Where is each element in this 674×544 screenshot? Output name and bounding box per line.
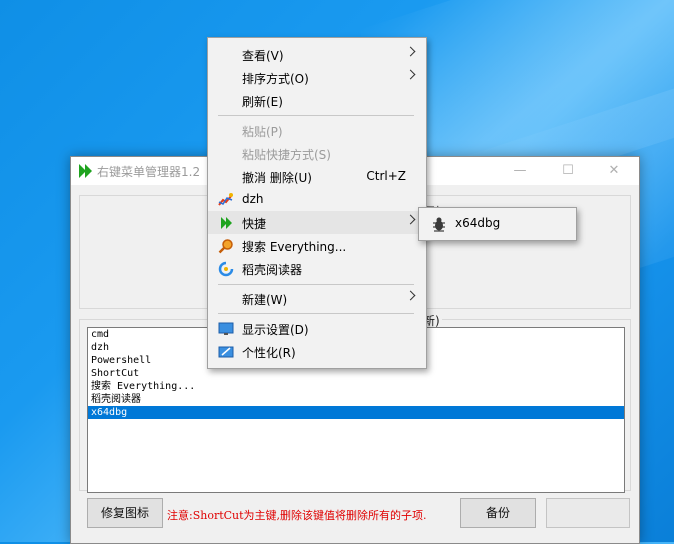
menu-item-label: 撤消 删除(U) — [242, 171, 312, 185]
maximize-button[interactable]: ☐ — [545, 157, 591, 185]
menu-item-sort[interactable]: 排序方式(O) — [208, 66, 426, 89]
menu-item-paste[interactable]: 粘贴(P) — [208, 119, 426, 142]
menu-item-display-settings[interactable]: 显示设置(D) — [208, 317, 426, 340]
disabled-button[interactable] — [546, 498, 630, 528]
menu-separator — [218, 284, 414, 285]
backup-button[interactable]: 备份 — [460, 498, 536, 528]
menu-item-label: 快捷 — [242, 217, 267, 231]
menu-item-refresh[interactable]: 刷新(E) — [208, 89, 426, 112]
personalize-icon — [218, 346, 234, 358]
menu-item-label: 个性化(R) — [242, 346, 296, 360]
submenu-item-x64dbg[interactable]: x64dbg — [419, 208, 576, 240]
menu-item-undo-delete[interactable]: 撤消 删除(U) Ctrl+Z — [208, 165, 426, 188]
minimize-button[interactable]: — — [497, 157, 543, 185]
menu-item-label: 粘贴快捷方式(S) — [242, 148, 331, 162]
menu-item-view[interactable]: 查看(V) — [208, 43, 426, 66]
list-item[interactable]: 搜索 Everything... — [88, 380, 624, 393]
menu-item-label: dzh — [242, 192, 264, 206]
menu-item-label: 显示设置(D) — [242, 323, 309, 337]
warning-text: 注意:ShortCut为主键,删除该键值将删除所有的子项. — [167, 509, 427, 522]
docer-icon — [218, 261, 234, 277]
menu-item-label: 刷新(E) — [242, 95, 283, 109]
menu-item-label: 排序方式(O) — [242, 72, 309, 86]
chart-icon — [218, 193, 233, 206]
green-arrows-icon — [221, 217, 232, 229]
menu-item-new[interactable]: 新建(W) — [208, 287, 426, 310]
accelerator-text: Ctrl+Z — [366, 169, 406, 183]
menu-item-label: 查看(V) — [242, 49, 284, 63]
window-title: 右键菜单管理器1.2 — [97, 165, 201, 179]
submenu-item-label: x64dbg — [455, 216, 501, 230]
magnifier-icon — [218, 239, 233, 254]
display-icon — [218, 322, 234, 335]
repair-icons-button[interactable]: 修复图标 — [87, 498, 163, 528]
menu-item-label: 稻壳阅读器 — [242, 263, 303, 277]
app-icon-part — [85, 164, 92, 178]
menu-item-paste-shortcut[interactable]: 粘贴快捷方式(S) — [208, 142, 426, 165]
menu-item-docer[interactable]: 稻壳阅读器 — [208, 257, 426, 280]
close-button[interactable]: ✕ — [591, 157, 637, 185]
chevron-right-icon — [405, 290, 416, 301]
menu-item-label: 粘贴(P) — [242, 125, 283, 139]
bug-icon — [433, 217, 445, 232]
menu-item-shortcut[interactable]: 快捷 — [208, 211, 426, 234]
list-item[interactable]: 稻壳阅读器 — [88, 393, 624, 406]
context-menu: 查看(V) 排序方式(O) 刷新(E) 粘贴(P) 粘贴快捷方式(S) 撤消 删… — [207, 37, 427, 369]
menu-item-label: 搜索 Everything... — [242, 240, 347, 254]
chevron-right-icon — [405, 46, 416, 57]
menu-separator — [218, 313, 414, 314]
shortcut-submenu: x64dbg — [418, 207, 577, 241]
menu-item-personalize[interactable]: 个性化(R) — [208, 340, 426, 363]
menu-item-search-everything[interactable]: 搜索 Everything... — [208, 234, 426, 257]
menu-separator — [218, 115, 414, 116]
list-item[interactable]: x64dbg — [88, 406, 624, 419]
chevron-right-icon — [405, 214, 416, 225]
menu-item-label: 新建(W) — [242, 293, 288, 307]
chevron-right-icon — [405, 69, 416, 80]
menu-item-dzh[interactable]: dzh — [208, 188, 426, 211]
